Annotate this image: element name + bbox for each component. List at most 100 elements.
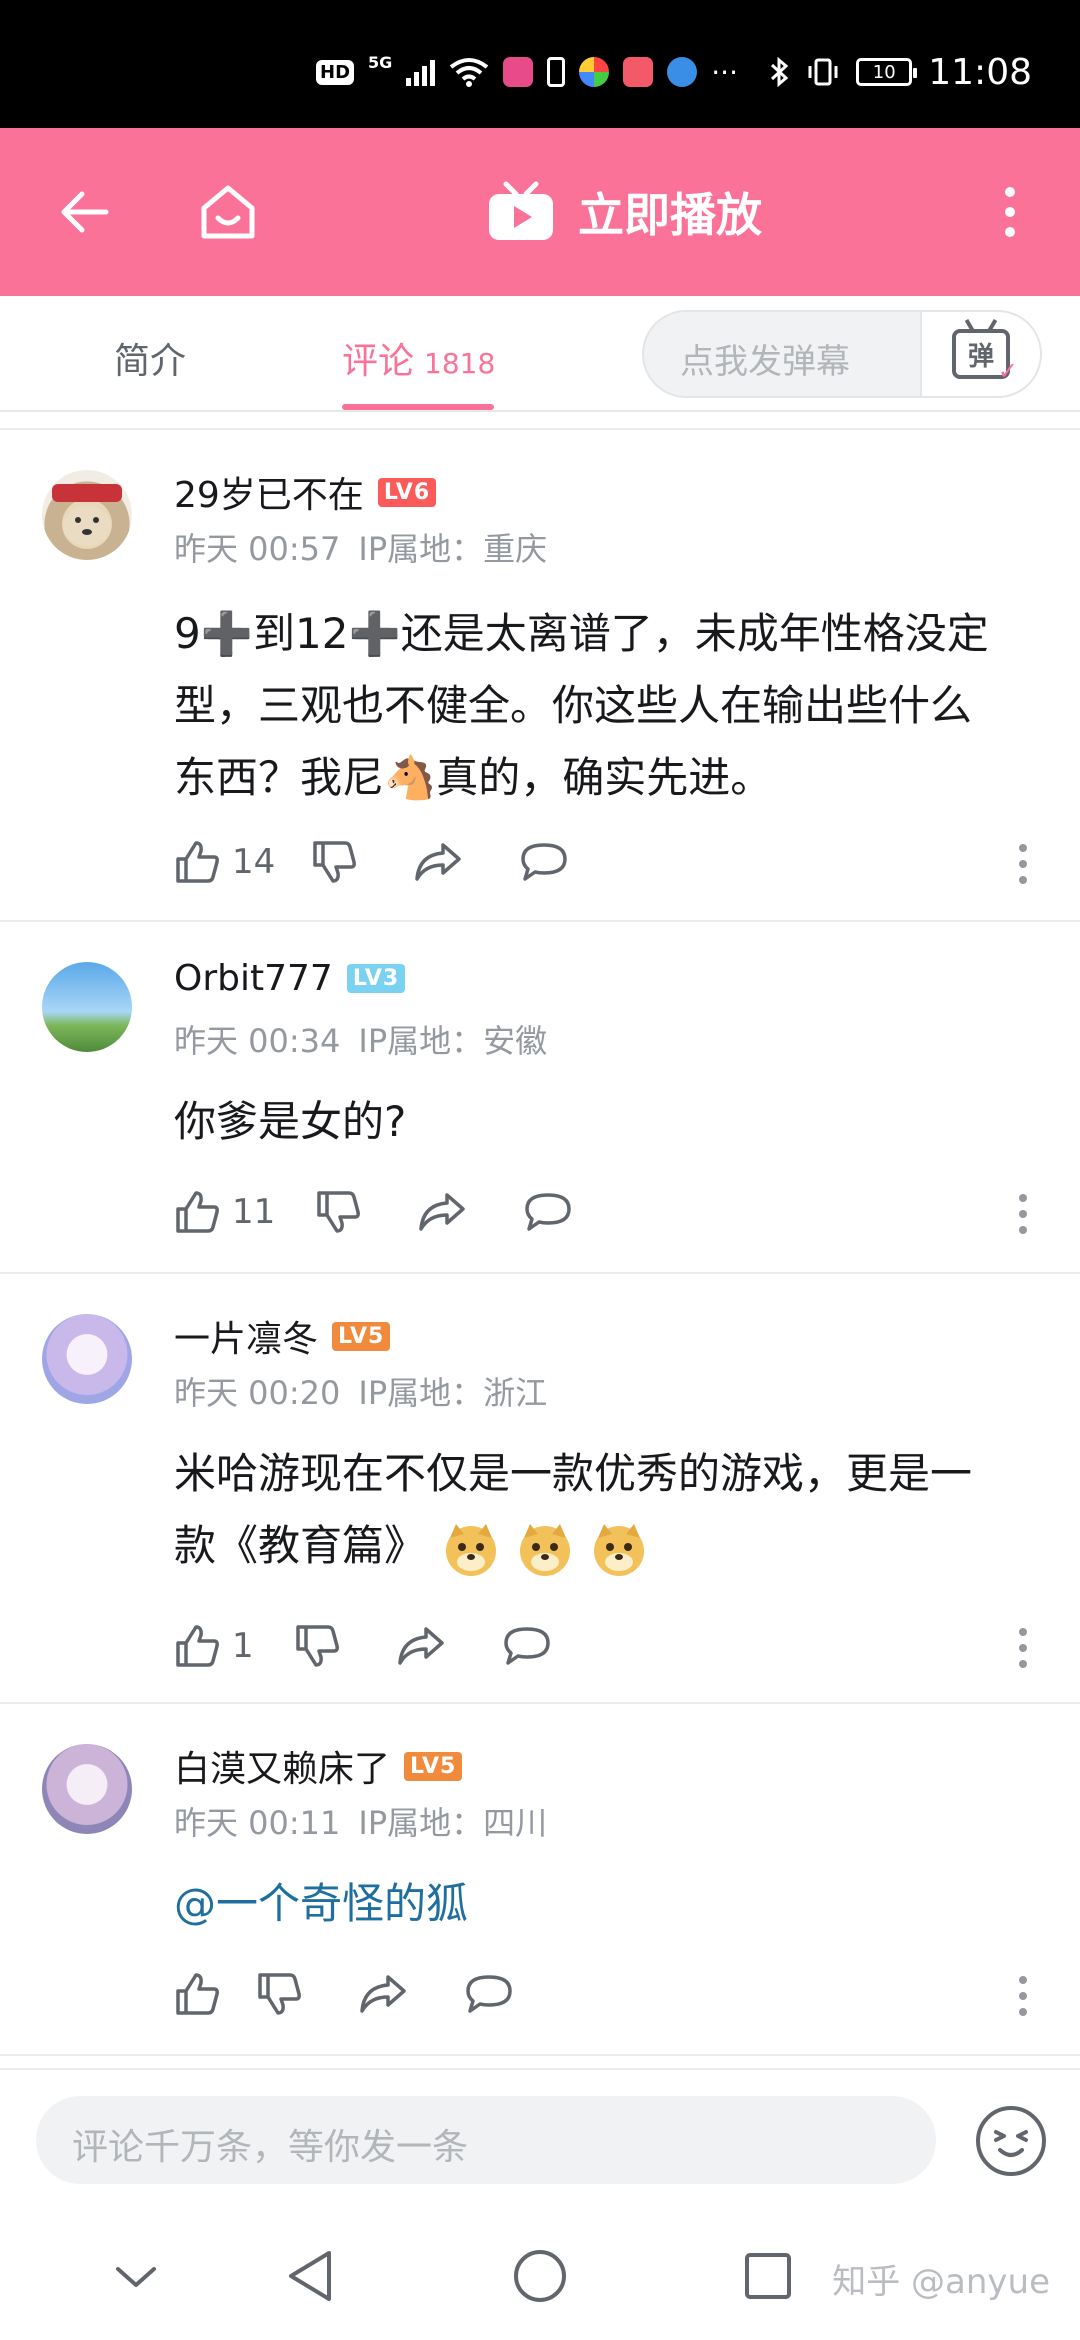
like-count: 14 (232, 842, 276, 882)
comment-more-button[interactable] (1018, 844, 1028, 884)
reply-button[interactable] (464, 1966, 514, 2022)
watermark: 知乎 @anyue (832, 2262, 1050, 2302)
doge-emoji-icon (594, 1523, 645, 1576)
comment-actions: 11 (174, 1184, 573, 1240)
reply-button[interactable] (519, 834, 569, 890)
doge-emoji-icon (446, 1523, 497, 1576)
like-count: 11 (232, 1192, 276, 1232)
bottom-input-bar: 评论千万条，等你发一条 (0, 2068, 1080, 2210)
reply-button[interactable] (502, 1618, 552, 1674)
share-icon (419, 1193, 466, 1231)
nav-home-button[interactable] (510, 2246, 570, 2306)
more-notifications-icon: ··· (711, 55, 738, 89)
share-button[interactable] (417, 1184, 467, 1240)
comment-line: 款《教育篇》 (174, 1521, 427, 1570)
status-icons: HD 5G ··· (316, 52, 738, 92)
danmaku-toggle-button[interactable]: 弹 ✓ (920, 312, 1040, 396)
home-button[interactable] (188, 172, 268, 252)
share-icon (397, 1627, 444, 1665)
danmaku-input[interactable]: 点我发弹幕 (680, 334, 850, 383)
comment-item: 白漠又赖床了 LV5 昨天 00:11 IP属地：四川 @一个奇怪的狐 (0, 1704, 1080, 2056)
thumbs-down-icon (258, 1973, 301, 2015)
like-button[interactable]: 11 (174, 1184, 275, 1240)
username[interactable]: 29岁已不在 (174, 466, 364, 518)
chevron-down-icon (116, 2267, 156, 2287)
tab-bar: 简介 评论 1818 点我发弹幕 弹 ✓ (0, 296, 1080, 412)
back-button[interactable] (44, 172, 124, 252)
emoji-face-icon (994, 2130, 1028, 2157)
tab-intro[interactable]: 简介 (114, 332, 186, 384)
comment-more-button[interactable] (1018, 1976, 1028, 2016)
tab-active-indicator (342, 404, 494, 410)
doge-emoji-icon (520, 1523, 571, 1576)
comment-time: 昨天 00:20 (174, 1374, 341, 1412)
speech-bubble-icon (503, 1627, 550, 1665)
app-bar: 立即播放 (0, 128, 1080, 296)
book-app-icon (623, 57, 654, 87)
avatar[interactable] (42, 1744, 132, 1834)
speech-bubble-icon (525, 1193, 572, 1231)
mention-link[interactable]: @一个奇怪的狐 (174, 1868, 1044, 1940)
avatar[interactable] (42, 962, 132, 1052)
ip-location: IP属地：四川 (358, 1804, 548, 1842)
more-menu-button[interactable] (980, 172, 1040, 252)
emoji-button[interactable] (976, 2106, 1046, 2176)
comment-line: 米哈游现在不仅是一款优秀的游戏，更是一 (174, 1449, 973, 1498)
dislike-button[interactable] (311, 834, 357, 890)
comment-header: Orbit777 LV3 (174, 958, 406, 999)
username[interactable]: 白漠又赖床了 (174, 1740, 390, 1792)
clock: 11:08 (928, 51, 1032, 93)
level-badge: LV6 (377, 477, 437, 507)
globe-app-icon (667, 57, 698, 87)
comment-input[interactable]: 评论千万条，等你发一条 (36, 2096, 936, 2184)
network-label: 5G (368, 52, 393, 72)
check-icon: ✓ (997, 357, 1018, 385)
dislike-button[interactable] (315, 1184, 361, 1240)
avatar[interactable] (42, 1314, 132, 1404)
username[interactable]: Orbit777 (174, 958, 333, 999)
tab-comments[interactable]: 评论 1818 (342, 332, 495, 384)
comment-header: 29岁已不在 LV6 (174, 466, 437, 518)
danmaku-tv-icon: 弹 ✓ (952, 329, 1018, 385)
nav-collapse-button[interactable] (106, 2246, 166, 2306)
share-button[interactable] (396, 1618, 446, 1674)
username[interactable]: 一片凛冬 (174, 1310, 318, 1362)
share-button[interactable] (358, 1966, 408, 2022)
comment-meta: 昨天 00:34 IP属地：安徽 (174, 1016, 565, 1062)
dislike-button[interactable] (294, 1618, 340, 1674)
comment-more-button[interactable] (1018, 1194, 1028, 1234)
level-badge: LV5 (404, 1751, 463, 1781)
ip-location: IP属地：浙江 (358, 1374, 548, 1412)
comment-more-button[interactable] (1018, 1628, 1028, 1668)
comment-actions: 14 (174, 834, 569, 890)
comment-meta: 昨天 00:20 IP属地：浙江 (174, 1368, 565, 1414)
danmaku-send-box[interactable]: 点我发弹幕 弹 ✓ (642, 310, 1042, 398)
level-badge: LV5 (332, 1321, 391, 1351)
like-button[interactable] (174, 1966, 232, 2022)
speech-bubble-icon (466, 1975, 512, 2013)
comment-item: 29岁已不在 LV6 昨天 00:57 IP属地：重庆 9➕到12➕还是太离谱了，… (0, 430, 1080, 922)
dislike-button[interactable] (256, 1966, 302, 2022)
colorful-app-icon (579, 57, 610, 87)
share-button[interactable] (413, 834, 463, 890)
wifi-icon (450, 58, 489, 87)
comment-line: 9➕到12➕还是太离谱了，未成年性格没定 (174, 609, 989, 658)
comment-text: 你爹是女的? (174, 1086, 1044, 1158)
avatar[interactable] (42, 470, 132, 560)
play-now-button[interactable]: 立即播放 (486, 174, 762, 250)
thumbs-down-icon (317, 1191, 361, 1233)
thumbs-up-icon (176, 1191, 219, 1233)
like-button[interactable]: 1 (174, 1618, 254, 1674)
comment-time: 昨天 00:11 (174, 1804, 341, 1842)
nav-recents-button[interactable] (738, 2246, 798, 2306)
like-button[interactable]: 14 (174, 834, 275, 890)
vibrate-icon (808, 58, 838, 86)
nav-back-button[interactable] (280, 2246, 340, 2306)
comment-meta: 昨天 00:57 IP属地：重庆 (174, 524, 565, 570)
tv-play-icon (489, 181, 553, 240)
status-bar: HD 5G ··· 10 11:08 (0, 0, 1080, 128)
reply-button[interactable] (523, 1184, 573, 1240)
circle-home-icon (514, 2250, 566, 2302)
back-arrow-icon (61, 191, 109, 233)
battery-icon: 10 (856, 58, 918, 86)
